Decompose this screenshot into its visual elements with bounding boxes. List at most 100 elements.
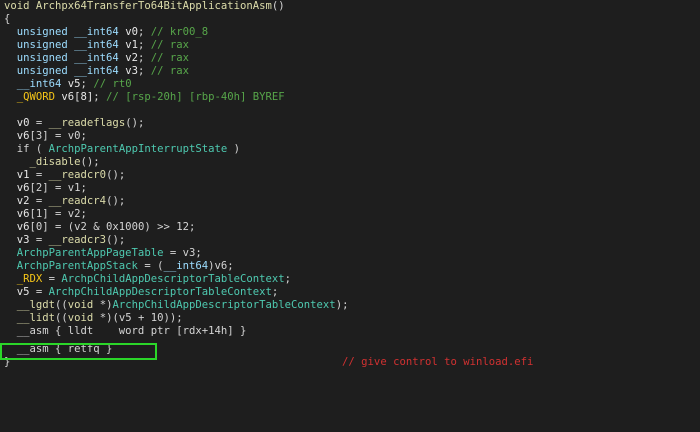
code-token: v3 [125,65,138,77]
code-line: ArchpParentAppStack = (__int64)v6; [4,260,234,273]
code-token: ; [137,39,151,51]
code-token: v1 [4,169,30,181]
code-token: v3 [4,234,30,246]
code-line: _RDX = ArchpChildAppDescriptorTableConte… [4,273,291,286]
code-token: // give control to winload.efi [342,356,534,368]
code-line: ArchpParentAppPageTable = v3; [4,247,202,260]
code-token: (); [106,169,126,181]
code-token: (); [106,195,126,207]
code-line: _disable(); [4,156,100,169]
code-line: v6[2] = v1; [4,182,87,195]
code-line: __lidt((void *)(v5 + 10)); [4,312,183,325]
code-token: unsigned __int64 [4,39,126,51]
code-token: [0] = (v2 & 0x1000) >> 12; [29,221,196,233]
code-token: // kr00_8 [150,26,209,38]
code-token: v6 [4,182,30,194]
code-token: { [4,13,11,25]
code-line: v2 = __readcr4(); [4,195,125,208]
code-token: _disable [4,156,81,168]
code-line: unsigned __int64 v1; // rax [4,39,189,52]
code-line: v0 = __readeflags(); [4,117,145,130]
code-token: = ( [137,260,164,272]
code-token: ; [271,286,279,298]
code-token: __lgdt [4,299,56,311]
code-token: // rax [150,65,189,77]
code-line: v1 = __readcr0(); [4,169,125,182]
code-token: [2] = v1; [29,182,87,194]
code-token: ; [137,65,151,77]
code-line: v6[0] = (v2 & 0x1000) >> 12; [4,221,196,234]
code-token: // rax [150,52,189,64]
code-token: ArchpParentAppPageTable [4,247,164,259]
code-token: __readcr4 [48,195,107,207]
code-token: ArchpParentAppStack [4,260,138,272]
code-token: // rax [150,39,189,51]
code-line: unsigned __int64 v2; // rax [4,52,189,65]
code-token: __lidt [4,312,56,324]
code-token: __int64 [4,78,68,90]
code-token: *) [93,299,113,311]
code-line: v6[1] = v2; [4,208,87,221]
code-token: = [29,234,49,246]
code-token: = [42,273,62,285]
code-token: ArchpChildAppDescriptorTableContext [112,299,336,311]
code-token: v5 [4,286,30,298]
code-token: = [29,195,49,207]
code-token: = [29,169,49,181]
code-token: ); [335,299,349,311]
code-token: _QWORD [4,91,62,103]
code-token: v2 [125,52,138,64]
code-token: (); [106,234,126,246]
code-line: __int64 v5; // rt0 [4,78,132,91]
code-token: ; [137,52,151,64]
code-line: if ( ArchpParentAppInterruptState ) [4,143,240,156]
code-token: unsigned __int64 [4,65,126,77]
code-token: __readcr0 [48,169,107,181]
code-token: void [4,0,36,12]
code-token: = [29,117,49,129]
code-token: ; [93,91,107,103]
code-line: v5 = ArchpChildAppDescriptorTableContext… [4,286,279,299]
code-line: void Archpx64TransferTo64BitApplicationA… [4,0,285,13]
code-line: __lgdt((void *)ArchpChildAppDescriptorTa… [4,299,349,312]
code-token: // [rsp-20h] [rbp-40h] BYREF [106,91,285,103]
code-token: v6 [4,221,30,233]
code-line: unsigned __int64 v3; // rax [4,65,189,78]
code-token: v6 [4,130,30,142]
code-token: __asm { lldt word ptr [rdx+14h] } [4,325,247,337]
code-token: ArchpParentAppInterruptState [48,143,228,155]
code-token: unsigned __int64 [4,26,126,38]
code-token: void [67,299,94,311]
code-token: Archpx64TransferTo64BitApplicationAsm [35,0,272,12]
code-token: ArchpChildAppDescriptorTableContext [61,273,285,285]
code-token: v0 [4,117,30,129]
code-token: = v3; [163,247,202,259]
code-token: [1] = v2; [29,208,87,220]
code-line: { [4,13,10,26]
code-token: = [29,286,49,298]
code-token: )v6; [208,260,234,272]
code-token: v6[8] [61,91,94,103]
highlight-box [0,343,157,360]
code-token: v0 [125,26,138,38]
code-line: __asm { lldt word ptr [rdx+14h] } [4,325,247,338]
code-token: __int64 [163,260,209,272]
code-token: v6 [4,208,30,220]
code-line: v3 = __readcr3(); [4,234,125,247]
code-line: _QWORD v6[8]; // [rsp-20h] [rbp-40h] BYR… [4,91,285,104]
code-token: () [271,0,285,12]
code-token: *)(v5 + 10)); [93,312,183,324]
code-line: v6[3] = v0; [4,130,87,143]
code-token: (); [80,156,100,168]
code-token: unsigned __int64 [4,52,126,64]
code-token: ; [80,78,94,90]
code-token: void [67,312,94,324]
code-token: __readeflags [48,117,126,129]
code-token: v2 [4,195,30,207]
code-token: (( [55,299,68,311]
code-token: ArchpChildAppDescriptorTableContext [48,286,272,298]
code-token: ; [137,26,151,38]
code-token: ; [284,273,292,285]
code-token: v5 [67,78,81,90]
code-token: (); [125,117,145,129]
